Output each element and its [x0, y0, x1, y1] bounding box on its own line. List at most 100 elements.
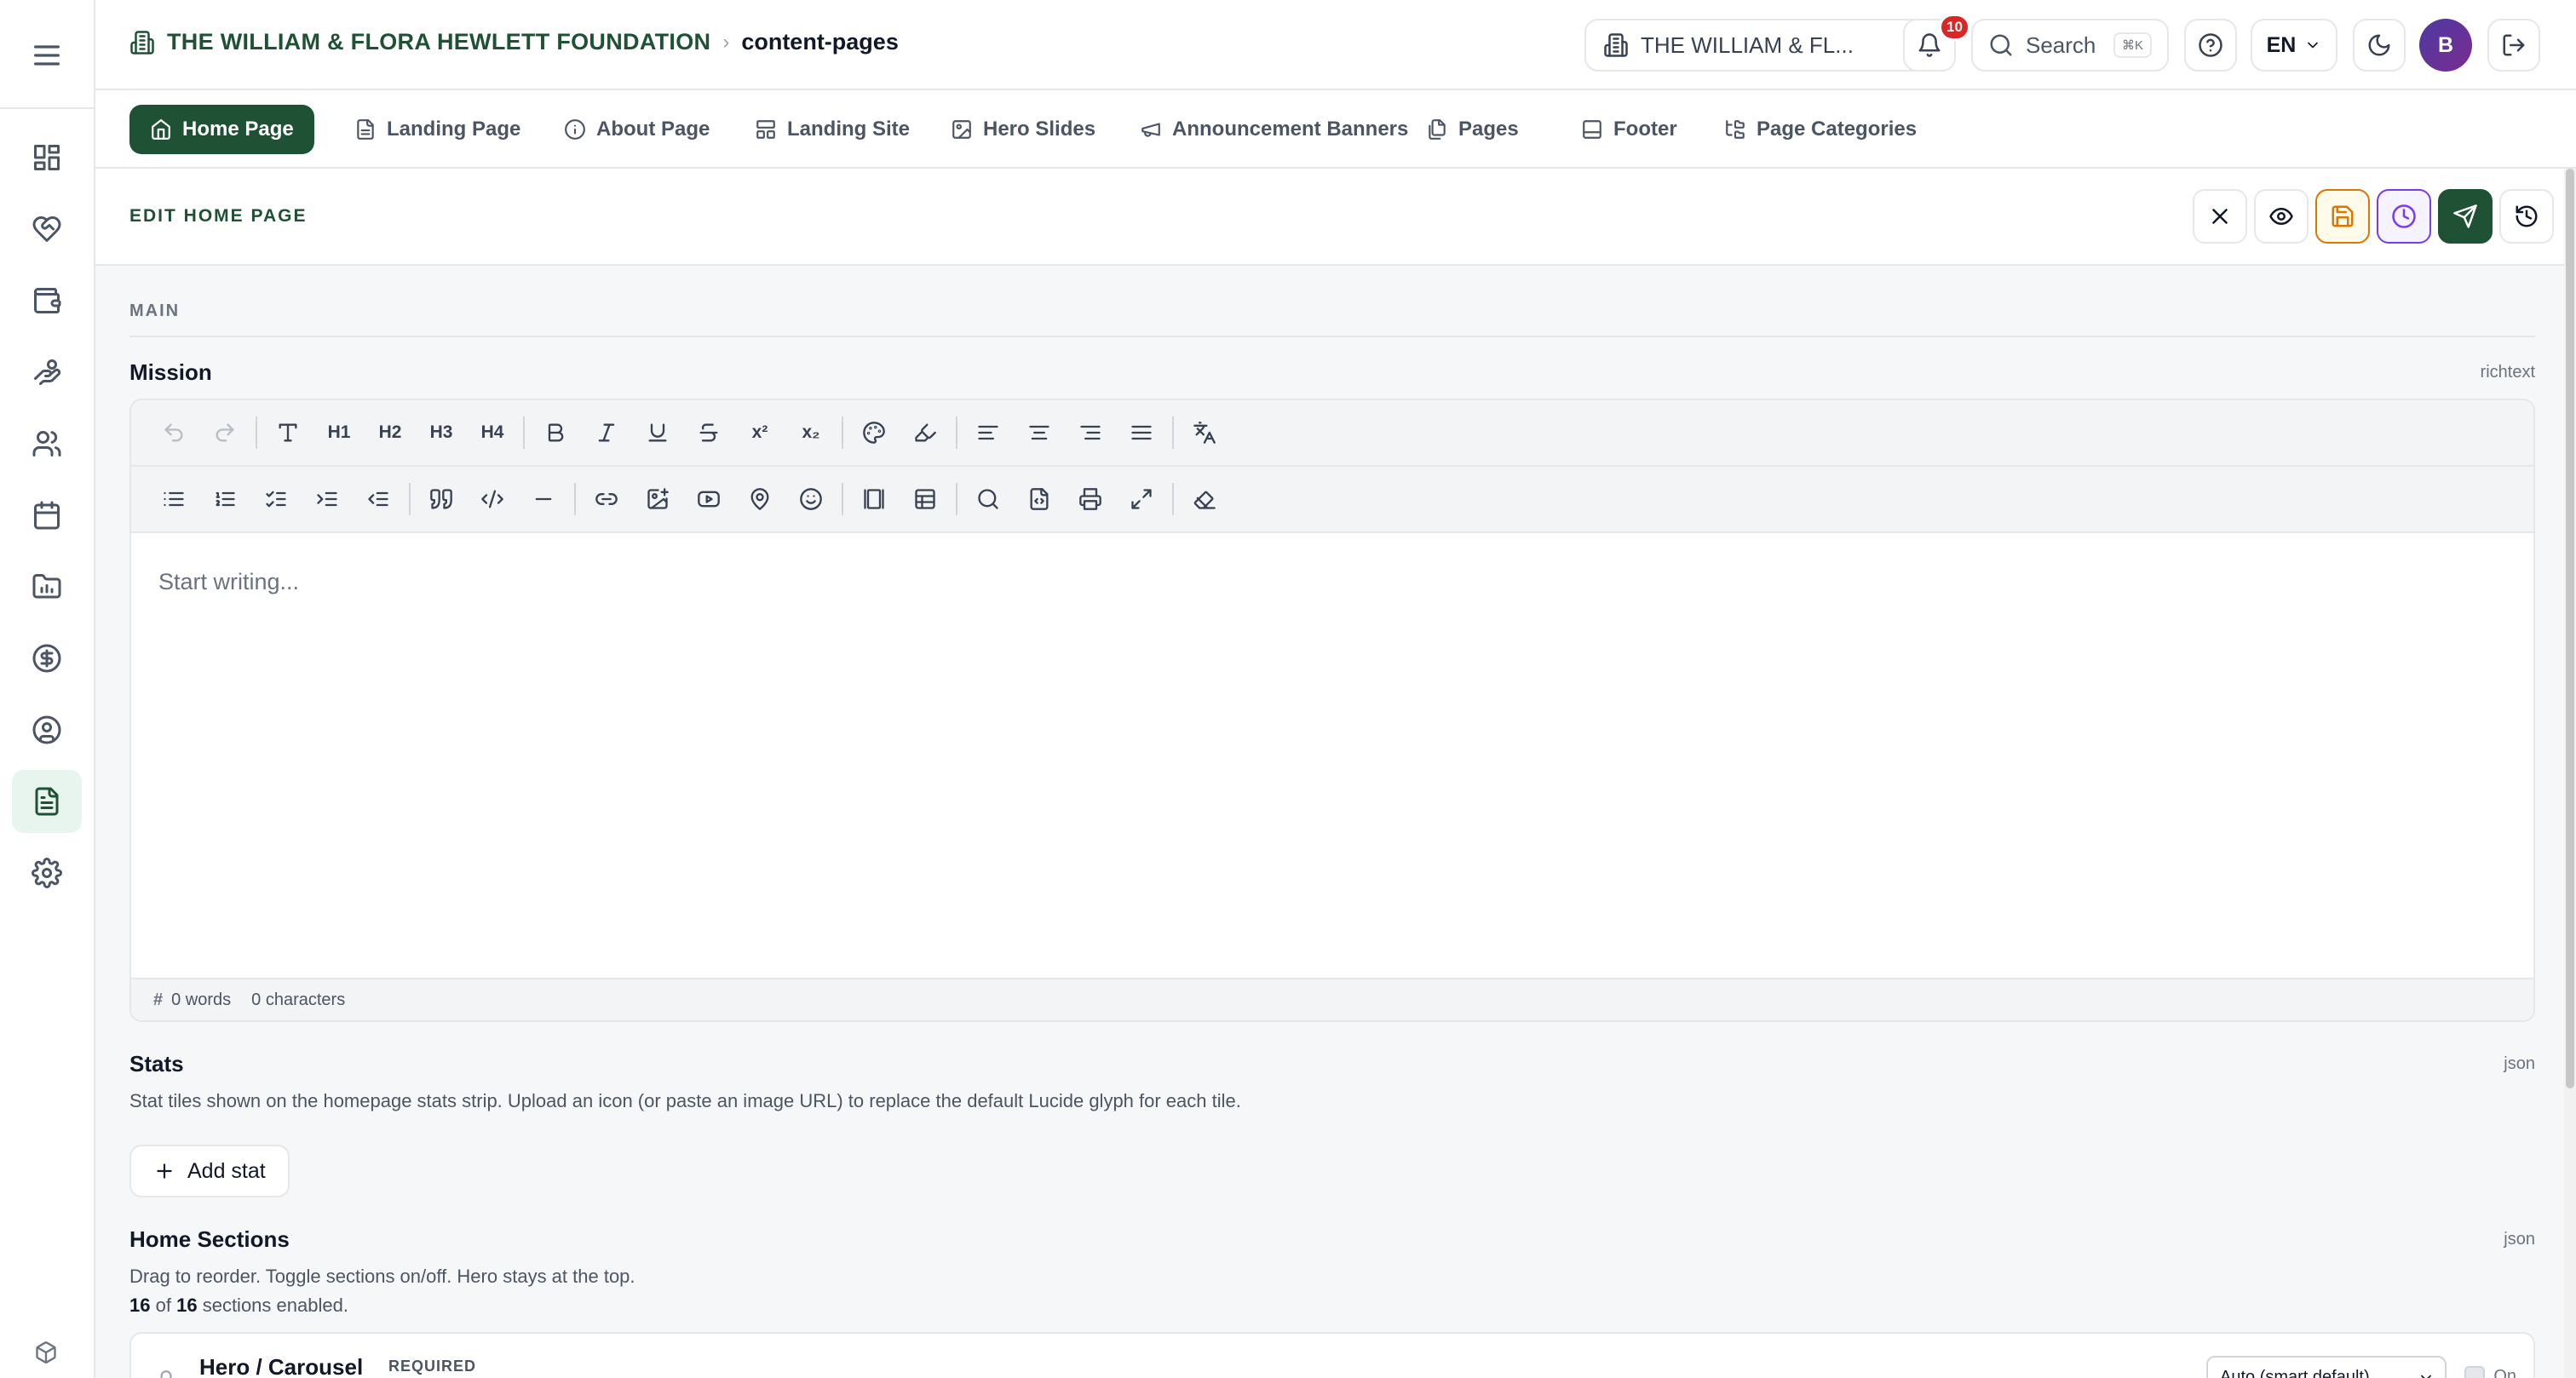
section-mode-value: Auto (smart default)	[2220, 1368, 2370, 1378]
outdent-button[interactable]	[353, 479, 404, 520]
sidebar-item-dashboard[interactable]	[12, 126, 82, 189]
section-toggle[interactable]: On	[2464, 1366, 2516, 1378]
tab-label: Home Page	[182, 118, 294, 141]
sidebar-item-reports[interactable]	[12, 555, 82, 618]
tab-announcement-banners[interactable]: Announcement Banners	[1119, 105, 1429, 154]
tab-about-page[interactable]: About Page	[543, 105, 730, 154]
preview-button[interactable]	[2254, 189, 2309, 244]
align-center-button[interactable]	[1014, 412, 1065, 453]
code-block-button[interactable]	[467, 479, 518, 520]
sidebar-item-finance[interactable]	[12, 627, 82, 690]
blockquote-button[interactable]	[416, 479, 467, 520]
insert-table-button[interactable]	[900, 479, 951, 520]
tab-home-page[interactable]: Home Page	[129, 105, 314, 154]
source-code-button[interactable]	[1014, 479, 1065, 520]
redo-button[interactable]	[199, 412, 250, 453]
section-mode-select[interactable]: Auto (smart default)	[2206, 1356, 2447, 1378]
toggle-checkbox[interactable]	[2464, 1366, 2486, 1378]
sidebar-item-settings[interactable]	[12, 841, 82, 904]
scrollbar-thumb[interactable]	[2566, 169, 2574, 1088]
sidebar-item-users[interactable]	[12, 412, 82, 475]
align-left-button[interactable]	[963, 412, 1014, 453]
language-label: EN	[2266, 32, 2297, 57]
save-button[interactable]	[2315, 189, 2370, 244]
history-button[interactable]	[2499, 189, 2554, 244]
home-sections-help-text: Drag to reorder. Toggle sections on/off.…	[129, 1266, 635, 1287]
undo-button[interactable]	[148, 412, 199, 453]
printer-icon	[1079, 488, 1101, 510]
add-stat-button[interactable]: Add stat	[129, 1145, 290, 1197]
italic-icon	[598, 423, 615, 442]
insert-video-button[interactable]	[683, 479, 734, 520]
sidebar-item-grants[interactable]	[12, 198, 82, 261]
breadcrumb-org[interactable]: THE WILLIAM & FLORA HEWLETT FOUNDATION	[167, 29, 710, 55]
highlight-button[interactable]	[900, 412, 951, 453]
superscript-button[interactable]: x²	[734, 412, 785, 453]
print-button[interactable]	[1065, 479, 1116, 520]
tab-hero-slides[interactable]: Hero Slides	[930, 105, 1116, 154]
paragraph-button[interactable]	[262, 412, 313, 453]
horizontal-rule-button[interactable]	[518, 479, 569, 520]
columns-button[interactable]	[848, 479, 900, 520]
subscript-button[interactable]: x₂	[785, 412, 837, 453]
text-color-button[interactable]	[848, 412, 900, 453]
schedule-button[interactable]	[2377, 189, 2431, 244]
mission-label: Mission	[129, 359, 212, 385]
align-justify-icon	[1131, 425, 1152, 440]
insert-image-button[interactable]	[632, 479, 683, 520]
sidebar-item-content-pages[interactable]	[12, 770, 82, 833]
strikethrough-button[interactable]	[683, 412, 734, 453]
tab-landing-site[interactable]: Landing Site	[734, 105, 930, 154]
close-button[interactable]	[2193, 189, 2247, 244]
tab-footer[interactable]: Footer	[1561, 105, 1698, 154]
fullscreen-button[interactable]	[1116, 479, 1167, 520]
insert-link-button[interactable]	[581, 479, 632, 520]
heading-1-button[interactable]: H1	[313, 412, 365, 453]
undo-icon	[164, 423, 183, 442]
type-icon	[279, 423, 297, 442]
mission-editor-content[interactable]: Start writing...	[131, 535, 2533, 981]
tab-pages[interactable]: Pages	[1406, 105, 1539, 154]
search-button[interactable]: Search ⌘K	[1971, 19, 2169, 72]
align-right-icon	[1080, 425, 1101, 440]
tab-page-categories[interactable]: Page Categories	[1704, 105, 1937, 154]
align-justify-button[interactable]	[1116, 412, 1167, 453]
sidebar-item-donations[interactable]	[12, 341, 82, 404]
tab-landing-page[interactable]: Landing Page	[334, 105, 541, 154]
clear-formatting-button[interactable]	[1179, 479, 1230, 520]
ordered-list-button[interactable]	[199, 479, 250, 520]
bullet-list-button[interactable]	[148, 479, 199, 520]
section-card-hero[interactable]: Hero / Carousel REQUIRED Auto (smart def…	[129, 1332, 2535, 1378]
theme-toggle[interactable]	[2353, 19, 2406, 72]
section-name: Hero / Carousel	[199, 1354, 364, 1378]
italic-button[interactable]	[581, 412, 632, 453]
task-list-button[interactable]	[250, 479, 302, 520]
heading-4-button[interactable]: H4	[467, 412, 518, 453]
sidebar	[0, 0, 95, 1378]
sidebar-item-calendar[interactable]	[12, 484, 82, 547]
indent-button[interactable]	[302, 479, 353, 520]
align-right-button[interactable]	[1065, 412, 1116, 453]
publish-button[interactable]	[2438, 189, 2493, 244]
notification-badge: 10	[1939, 14, 1970, 41]
translate-button[interactable]	[1179, 412, 1230, 453]
logout-button[interactable]	[2487, 19, 2540, 72]
heading-3-button[interactable]: H3	[416, 412, 467, 453]
smile-icon	[800, 488, 822, 510]
content-tabs: Home Page Landing Page About Page Landin…	[95, 90, 2576, 169]
insert-map-button[interactable]	[734, 479, 785, 520]
underline-button[interactable]	[632, 412, 683, 453]
avatar[interactable]: B	[2419, 19, 2472, 72]
tab-label: Announcement Banners	[1172, 118, 1409, 141]
sidebar-item-profile[interactable]	[12, 698, 82, 761]
sidebar-item-wallet[interactable]	[12, 269, 82, 332]
heading-2-button[interactable]: H2	[365, 412, 416, 453]
find-button[interactable]	[963, 479, 1014, 520]
menu-icon[interactable]	[30, 38, 64, 72]
help-button[interactable]	[2184, 19, 2237, 72]
notifications-button[interactable]: 10	[1903, 14, 1970, 72]
org-selector[interactable]: THE WILLIAM & FL...	[1584, 19, 1937, 72]
language-selector[interactable]: EN	[2251, 19, 2337, 72]
bold-button[interactable]	[530, 412, 581, 453]
insert-emoji-button[interactable]	[785, 479, 837, 520]
